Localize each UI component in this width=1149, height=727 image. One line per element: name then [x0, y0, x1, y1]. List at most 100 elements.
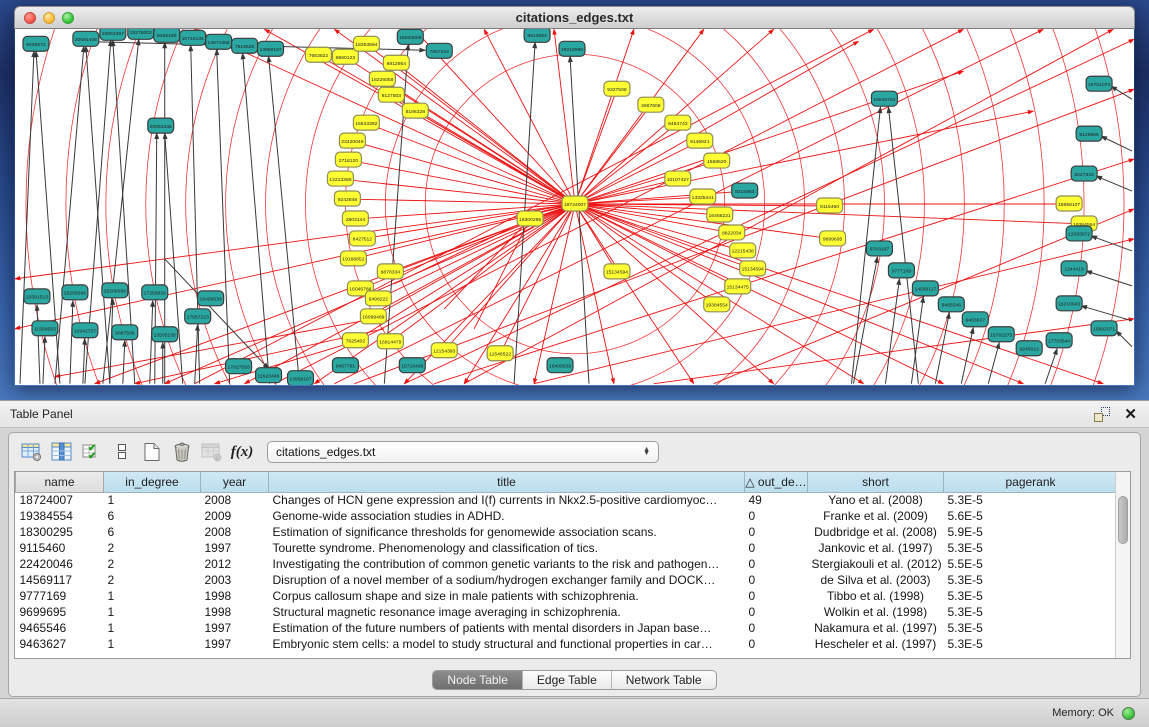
column-header-out_de[interactable]: △ out_de…: [745, 472, 808, 492]
graph-node[interactable]: 18353594: [353, 36, 379, 51]
graph-node[interactable]: 7515526: [232, 38, 258, 53]
graph-node[interactable]: 16648784: [871, 91, 897, 106]
table-row[interactable]: 946554611997Estimation of the future num…: [16, 620, 1118, 636]
graph-node[interactable]: 12093872: [1066, 226, 1092, 241]
column-header-title[interactable]: title: [269, 472, 745, 492]
graph-node[interactable]: 20206596: [102, 283, 128, 298]
graph-node[interactable]: 16409539: [547, 358, 573, 373]
graph-node[interactable]: 13505135: [152, 327, 178, 342]
graph-node[interactable]: 12213389: [327, 171, 353, 186]
graph-node[interactable]: 9215953: [732, 183, 758, 198]
graph-node[interactable]: 11546522: [487, 346, 513, 361]
graph-node[interactable]: 16099489: [360, 309, 386, 324]
column-header-short[interactable]: short: [808, 472, 944, 492]
graph-node[interactable]: 13958187: [258, 41, 284, 56]
graph-node[interactable]: 14569117: [912, 281, 938, 296]
new-table-icon[interactable]: [137, 438, 167, 466]
graph-node[interactable]: 1244419: [1061, 261, 1087, 276]
graph-node[interactable]: 7857224: [426, 43, 452, 58]
graph-node[interactable]: 15276002: [128, 29, 154, 39]
graph-node[interactable]: 16210643: [1056, 296, 1082, 311]
graph-node[interactable]: 9777169: [888, 263, 914, 278]
graph-node[interactable]: 8878334: [377, 264, 403, 279]
graph-node[interactable]: 9465546: [938, 297, 964, 312]
graph-node[interactable]: 9463627: [962, 312, 988, 327]
graph-node[interactable]: 7663822: [305, 47, 331, 62]
graph-node[interactable]: 17703544: [1046, 333, 1072, 348]
table-row[interactable]: 969969511998Structural magnetic resonanc…: [16, 604, 1118, 620]
graph-node[interactable]: 2803144: [342, 211, 368, 226]
table-row[interactable]: 911546021997Tourette syndrome. Phenomeno…: [16, 540, 1118, 556]
graph-node[interactable]: 8427512: [349, 231, 375, 246]
row-height-icon[interactable]: [107, 438, 137, 466]
table-row[interactable]: 977716911998Corpus callosum shape and si…: [16, 588, 1118, 604]
graph-node[interactable]: 9457791: [332, 358, 358, 373]
graph-node[interactable]: 12215438: [730, 243, 756, 258]
table-row[interactable]: 946362711997Embryonic stem cells: a mode…: [16, 636, 1118, 652]
graph-node[interactable]: 16409539: [198, 291, 224, 306]
graph-node[interactable]: 8912954: [383, 55, 409, 70]
graph-node[interactable]: 8822034: [719, 225, 745, 240]
graph-node[interactable]: 11568693: [32, 321, 58, 336]
table-row[interactable]: 2242004622012Investigating the contribut…: [16, 556, 1118, 572]
graph-node[interactable]: 9146821: [687, 133, 713, 148]
table-scrollbar[interactable]: [1115, 472, 1130, 658]
graph-node[interactable]: 9327508: [604, 81, 630, 96]
graph-node[interactable]: 8186328: [402, 103, 428, 118]
graph-node[interactable]: 19384554: [704, 297, 730, 312]
table-row[interactable]: 1456911722003Disruption of a novel membe…: [16, 572, 1118, 588]
graph-node[interactable]: 9127503: [378, 87, 404, 102]
graph-node[interactable]: 6793197: [866, 241, 892, 256]
graph-node[interactable]: 9115460: [817, 198, 843, 213]
graph-node[interactable]: 10719135: [180, 30, 206, 45]
graph-node[interactable]: 15958107: [1056, 196, 1082, 211]
graph-node[interactable]: 16914479: [377, 334, 403, 349]
graph-node[interactable]: 9097588: [112, 325, 138, 340]
graph-node[interactable]: 19391513: [24, 289, 50, 304]
float-panel-icon[interactable]: [1094, 407, 1110, 422]
close-panel-icon[interactable]: ✕: [1124, 407, 1137, 422]
graph-node[interactable]: 16782275: [988, 327, 1014, 342]
column-header-pagerank[interactable]: pagerank: [944, 472, 1118, 492]
table-row[interactable]: 1830029562008Estimation of significance …: [16, 524, 1118, 540]
graph-node[interactable]: 9498222: [365, 291, 391, 306]
graph-node[interactable]: 20053346: [148, 118, 174, 133]
graph-node[interactable]: 10653267: [100, 29, 126, 40]
graph-node[interactable]: 16033809: [397, 29, 423, 44]
graph-node[interactable]: 16468221: [707, 207, 733, 222]
graph-node[interactable]: 7625402: [342, 333, 368, 348]
tab-edge-table[interactable]: Edge Table: [523, 671, 612, 689]
graph-node[interactable]: 2867608: [638, 97, 664, 112]
graph-node[interactable]: 17359928: [142, 285, 168, 300]
graph-node[interactable]: 15751074: [1086, 76, 1112, 91]
function-builder-icon[interactable]: f(x): [227, 438, 257, 466]
table-settings-icon[interactable]: [17, 438, 47, 466]
network-canvas[interactable]: 7663822 8660123 18353594 8912954 1822605…: [15, 29, 1134, 385]
graph-node[interactable]: 8813054: [524, 29, 550, 42]
column-header-name[interactable]: name: [16, 472, 104, 492]
graph-node[interactable]: 13325441: [690, 189, 716, 204]
graph-node[interactable]: 15134475: [725, 279, 751, 294]
graph-node[interactable]: 10107427: [665, 171, 691, 186]
graph-node[interactable]: 12942757: [72, 323, 98, 338]
tab-network-table[interactable]: Network Table: [612, 671, 716, 689]
graph-node[interactable]: 12154393: [431, 343, 457, 358]
graph-node[interactable]: 8660123: [332, 49, 358, 64]
graph-node[interactable]: 9699695: [820, 231, 846, 246]
graph-node[interactable]: 16543382: [353, 115, 379, 130]
graph-node[interactable]: 8454743: [665, 115, 691, 130]
select-rows-icon[interactable]: ✔✔: [77, 438, 107, 466]
delete-table-icon[interactable]: [167, 438, 197, 466]
graph-node[interactable]: 19166852: [340, 251, 366, 266]
show-columns-icon[interactable]: [47, 438, 77, 466]
column-header-year[interactable]: year: [201, 472, 269, 492]
graph-node[interactable]: 19218986: [559, 41, 585, 56]
tab-node-table[interactable]: Node Table: [433, 671, 523, 689]
graph-node[interactable]: 9242848: [334, 191, 360, 206]
graph-node[interactable]: 18226058: [369, 71, 395, 86]
table-scrollbar-thumb[interactable]: [1118, 496, 1128, 544]
graph-node[interactable]: 15992071: [1091, 321, 1117, 336]
graph-node[interactable]: 9245012: [1016, 341, 1042, 356]
column-header-in_degree[interactable]: in_degree: [104, 472, 201, 492]
network-window-titlebar[interactable]: citations_edges.txt: [14, 6, 1135, 29]
